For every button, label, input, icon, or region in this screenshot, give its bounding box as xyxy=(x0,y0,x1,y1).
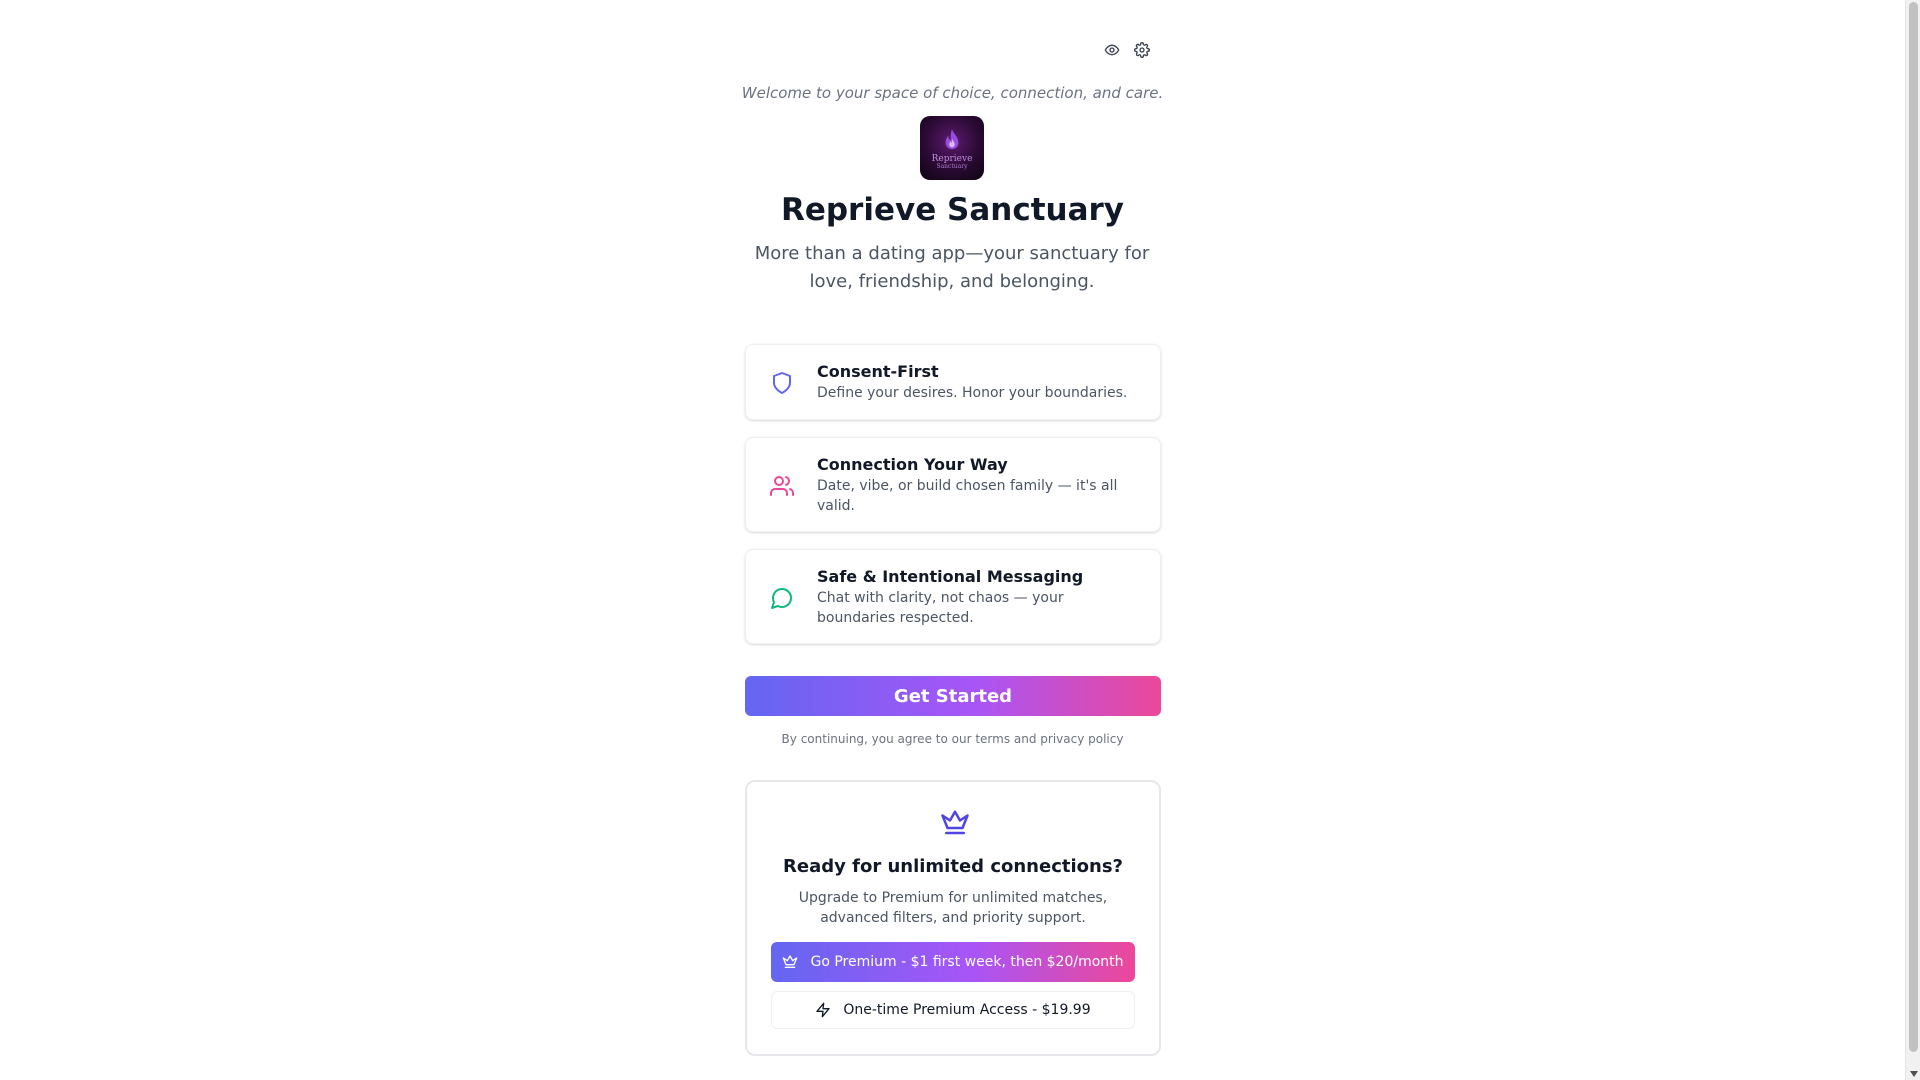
premium-description: Upgrade to Premium for unlimited matches… xyxy=(798,890,1108,926)
message-circle-icon xyxy=(771,588,792,609)
premium-upsell-card: Ready for unlimited connections? Upgrade… xyxy=(745,780,1161,1056)
crown-icon xyxy=(783,955,798,968)
welcome-text: Welcome to your space of choice, connect… xyxy=(741,84,1164,102)
logo-subtext: Sanctuary xyxy=(936,162,968,170)
premium-title: Ready for unlimited connections? xyxy=(783,856,1123,877)
get-started-button[interactable]: Get Started xyxy=(745,676,1161,716)
page-title: Reprieve Sanctuary xyxy=(780,192,1125,228)
scroll-down-arrow-icon[interactable] xyxy=(1910,1071,1918,1077)
page-subtitle: More than a dating app—your sanctuary fo… xyxy=(754,243,1150,292)
scrollbar-thumb[interactable] xyxy=(1909,2,1918,1052)
crown-icon xyxy=(941,810,969,835)
go-premium-label: Go Premium - $1 first week, then $20/mon… xyxy=(810,954,1124,970)
one-time-premium-button[interactable]: One-time Premium Access - $19.99 xyxy=(771,991,1135,1029)
flame-icon xyxy=(945,128,959,149)
feature-title: Consent-First xyxy=(817,362,939,381)
eye-icon[interactable] xyxy=(1102,40,1122,60)
zap-icon xyxy=(816,1002,831,1018)
feature-card-messaging: Safe & Intentional Messaging Chat with c… xyxy=(745,549,1161,644)
settings-gear-icon[interactable] xyxy=(1132,40,1152,60)
feature-description: Chat with clarity, not chaos — your boun… xyxy=(817,590,1064,626)
go-premium-button[interactable]: Go Premium - $1 first week, then $20/mon… xyxy=(771,942,1135,982)
feature-title: Connection Your Way xyxy=(817,455,1008,474)
app-logo: Reprieve Sanctuary xyxy=(920,116,984,180)
feature-title: Safe & Intentional Messaging xyxy=(817,567,1084,586)
terms-notice: By continuing, you agree to our terms an… xyxy=(781,732,1124,746)
feature-card-connection: Connection Your Way Date, vibe, or build… xyxy=(745,437,1161,532)
users-icon xyxy=(770,476,794,496)
one-time-premium-label: One-time Premium Access - $19.99 xyxy=(843,1002,1091,1018)
feature-card-consent: Consent-First Define your desires. Honor… xyxy=(745,344,1161,420)
page-scrollbar[interactable] xyxy=(1905,0,1920,1080)
header-toolbar xyxy=(1102,40,1152,60)
feature-description: Define your desires. Honor your boundari… xyxy=(817,385,1128,401)
feature-description: Date, vibe, or build chosen family — it'… xyxy=(817,478,1118,514)
shield-icon xyxy=(773,372,791,394)
